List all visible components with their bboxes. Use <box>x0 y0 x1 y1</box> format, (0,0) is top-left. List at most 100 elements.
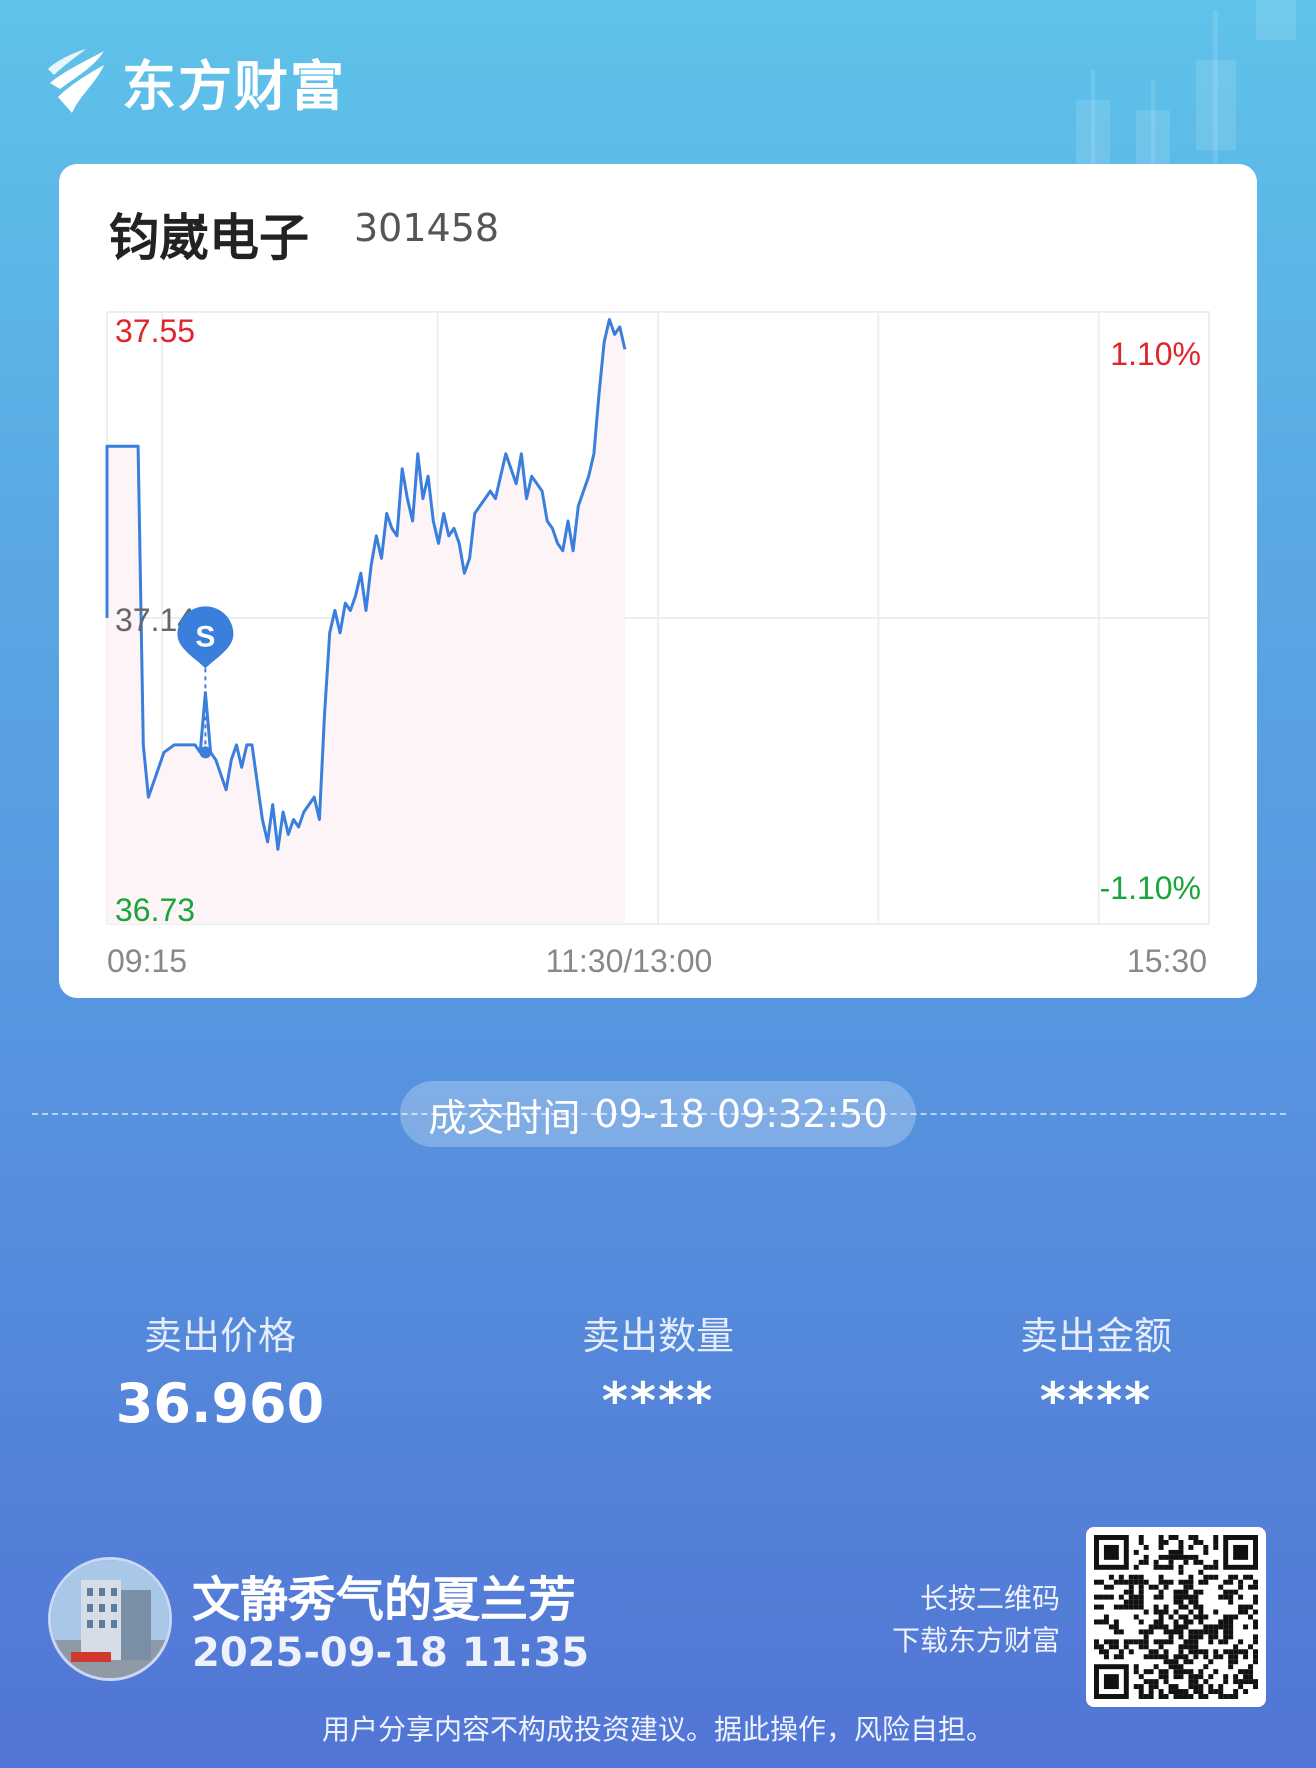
qr-module <box>1188 1574 1194 1580</box>
qr-module <box>1228 1594 1234 1600</box>
qr-module <box>1248 1604 1254 1610</box>
qr-module <box>1208 1574 1214 1580</box>
qr-module <box>1094 1639 1099 1645</box>
qr-module <box>1143 1654 1149 1660</box>
qr-module <box>1198 1684 1204 1690</box>
qr-module <box>1123 1644 1129 1650</box>
qr-module <box>1248 1679 1254 1685</box>
qr-module <box>1193 1539 1199 1545</box>
qr-module <box>1143 1639 1149 1645</box>
x-label-midday: 11:30/13:00 <box>546 943 713 979</box>
qr-module <box>1158 1674 1164 1680</box>
qr-module <box>1248 1669 1254 1675</box>
qr-module <box>1213 1689 1219 1695</box>
qr-module <box>1198 1604 1204 1610</box>
qr-module <box>1233 1654 1239 1660</box>
qr-module <box>1153 1684 1159 1690</box>
qr-module <box>1238 1679 1244 1685</box>
qr-module <box>1103 1614 1109 1620</box>
qr-module <box>1178 1629 1184 1635</box>
qr-module <box>1094 1644 1099 1650</box>
qr-module <box>1193 1594 1199 1600</box>
qr-module <box>1238 1604 1244 1610</box>
qr-module <box>1173 1589 1179 1595</box>
qr-hint-line2: 下载东方财富 <box>891 1624 1060 1657</box>
qr-module <box>1188 1684 1194 1690</box>
qr-module <box>1223 1674 1229 1680</box>
sell-amount-label: 卖出金额 <box>1019 1314 1172 1358</box>
qr-module <box>1213 1559 1219 1565</box>
qr-module <box>1168 1629 1174 1635</box>
qr-module <box>1223 1634 1229 1640</box>
qr-module <box>1138 1584 1144 1590</box>
qr-module <box>1118 1649 1124 1655</box>
qr-module <box>1158 1594 1164 1600</box>
qr-module <box>1148 1679 1154 1685</box>
qr-module <box>1168 1659 1174 1665</box>
qr-module <box>1203 1574 1209 1580</box>
qr-module <box>1253 1679 1258 1685</box>
qr-module <box>1238 1684 1244 1690</box>
qr-module <box>1133 1639 1139 1645</box>
qr-module <box>1168 1579 1174 1585</box>
qr-module <box>1138 1674 1144 1680</box>
qr-module <box>1188 1659 1194 1665</box>
qr-module <box>1198 1674 1204 1680</box>
qr-module <box>1163 1604 1169 1610</box>
qr-module <box>1094 1594 1099 1600</box>
qr-module <box>1238 1639 1244 1645</box>
qr-module <box>1183 1694 1189 1699</box>
qr-module <box>1188 1554 1194 1560</box>
qr-code-icon[interactable] <box>1086 1527 1266 1707</box>
qr-module <box>1218 1594 1224 1600</box>
username: 文静秀气的夏兰芳 <box>192 1572 577 1628</box>
qr-module <box>1188 1679 1194 1685</box>
qr-module <box>1198 1614 1204 1620</box>
qr-module <box>1213 1649 1219 1655</box>
qr-module <box>1228 1589 1234 1595</box>
qr-module <box>1233 1589 1239 1595</box>
qr-module <box>1178 1579 1184 1585</box>
post-time: 2025-09-18 11:35 <box>192 1630 590 1676</box>
qr-module <box>1173 1659 1179 1665</box>
qr-module <box>1203 1679 1209 1685</box>
qr-module <box>1223 1589 1229 1595</box>
qr-module <box>1103 1654 1109 1660</box>
qr-module <box>1193 1604 1199 1610</box>
qr-module <box>1193 1689 1199 1695</box>
qr-module <box>1118 1629 1124 1635</box>
qr-module <box>1113 1629 1119 1635</box>
qr-module <box>1178 1564 1184 1570</box>
qr-module <box>1253 1684 1258 1690</box>
qr-module <box>1173 1609 1179 1615</box>
qr-module <box>1218 1584 1224 1590</box>
qr-module <box>1248 1644 1254 1650</box>
qr-module <box>1208 1634 1214 1640</box>
qr-module <box>1138 1619 1144 1625</box>
qr-module <box>1203 1624 1209 1630</box>
trade-marker[interactable]: S <box>177 606 234 759</box>
stat-sell-qty: 卖出数量 **** <box>508 1305 808 1430</box>
qr-module <box>1218 1694 1224 1699</box>
qr-module <box>1208 1624 1214 1630</box>
qr-module <box>1193 1654 1199 1660</box>
qr-module <box>1113 1579 1119 1585</box>
qr-module <box>1183 1579 1189 1585</box>
qr-module <box>1153 1584 1159 1590</box>
qr-module <box>1253 1654 1258 1660</box>
qr-module <box>1148 1624 1154 1630</box>
qr-module <box>1188 1629 1194 1635</box>
qr-module <box>1143 1544 1149 1550</box>
qr-module <box>1253 1624 1258 1630</box>
qr-module <box>1098 1579 1104 1585</box>
qr-hint: 长按二维码 下载东方财富 <box>860 1578 1060 1662</box>
qr-module <box>1233 1644 1239 1650</box>
qr-module <box>1158 1574 1164 1580</box>
qr-module <box>1203 1649 1209 1655</box>
qr-module <box>1233 1659 1239 1665</box>
qr-module <box>1253 1599 1258 1605</box>
avatar[interactable] <box>48 1557 172 1681</box>
qr-module <box>1193 1679 1199 1685</box>
qr-module <box>1158 1609 1164 1615</box>
qr-module <box>1233 1574 1239 1580</box>
